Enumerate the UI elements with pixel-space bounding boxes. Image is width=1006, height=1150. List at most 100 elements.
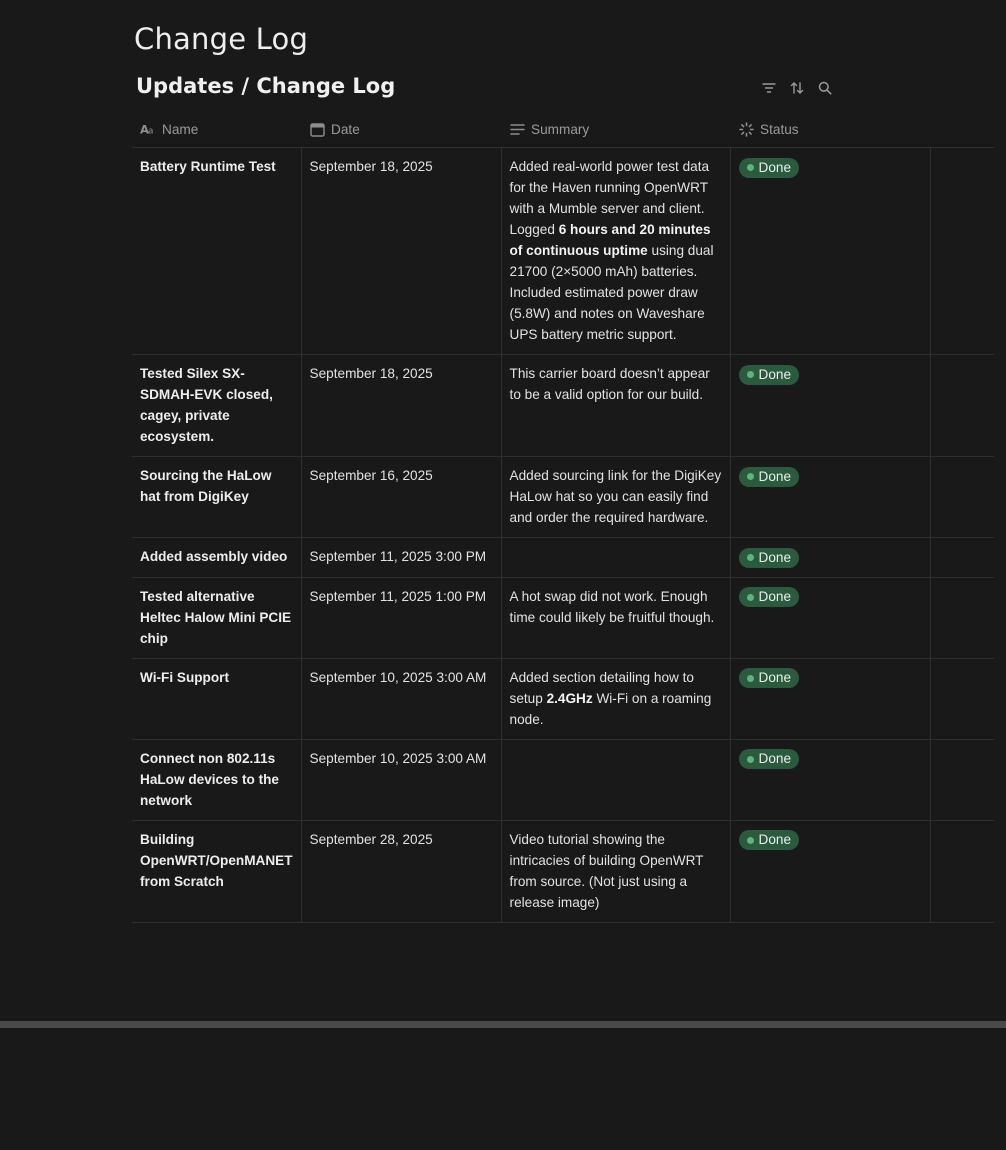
status-label: Done xyxy=(758,589,792,604)
summary-text: Added sourcing link for the DigiKey HaLo… xyxy=(509,468,722,525)
status-dot-icon xyxy=(746,674,754,682)
status-dot-icon xyxy=(746,593,754,601)
table-body: Battery Runtime Test September 18, 2025 Ad… xyxy=(132,147,995,923)
column-header-label: Date xyxy=(331,121,360,137)
status-badge[interactable]: Done xyxy=(738,466,800,487)
table-row[interactable]: Tested alternative Heltec Halow Mini PCI… xyxy=(132,577,995,659)
text-aa-icon: Aa xyxy=(140,121,156,137)
status-badge[interactable]: Done xyxy=(738,830,800,850)
row-date[interactable]: September 28, 2025 xyxy=(301,820,502,923)
row-summary[interactable]: Video tutorial showing the intricacies o… xyxy=(501,820,731,923)
status-dot-icon xyxy=(746,836,754,844)
column-header-empty xyxy=(930,111,995,148)
row-summary[interactable] xyxy=(501,537,731,578)
filter-icon[interactable] xyxy=(760,78,778,98)
page: Change Log Updates / Change Log Aa Name … xyxy=(0,0,1006,1150)
status-label: Done xyxy=(758,549,792,565)
row-status[interactable]: Done xyxy=(730,658,931,740)
sort-icon[interactable] xyxy=(788,78,806,98)
summary-text: Video tutorial showing the intricacies o… xyxy=(509,831,704,910)
table-row[interactable]: Tested Silex SX-SDMAH-EVK closed, cagey,… xyxy=(132,354,995,457)
row-summary[interactable]: This carrier board doesn’t appear to be … xyxy=(501,354,731,457)
row-status[interactable]: Done xyxy=(730,147,931,355)
database-title[interactable]: Updates / Change Log xyxy=(136,74,395,98)
status-dot-icon xyxy=(746,371,754,378)
table-row[interactable]: Added assembly video September 11, 2025 3… xyxy=(132,537,995,578)
row-empty-cell[interactable] xyxy=(930,354,995,457)
row-date[interactable]: September 10, 2025 3:00 AM xyxy=(301,739,502,821)
status-label: Done xyxy=(758,670,792,685)
status-dot-icon xyxy=(746,554,754,561)
table-row[interactable]: Building OpenWRT/OpenMANET from Scratch S… xyxy=(132,820,995,923)
row-date[interactable]: September 11, 2025 1:00 PM xyxy=(301,577,502,659)
status-dot-icon xyxy=(746,755,754,763)
column-header-date[interactable]: Date xyxy=(301,111,502,148)
status-label: Done xyxy=(758,751,792,766)
table-row[interactable]: Wi-Fi Support September 10, 2025 3:00 AM A… xyxy=(132,658,995,740)
row-empty-cell[interactable] xyxy=(930,537,995,578)
row-empty-cell[interactable] xyxy=(930,456,995,538)
row-empty-cell[interactable] xyxy=(930,658,995,740)
row-date[interactable]: September 10, 2025 3:00 AM xyxy=(301,658,502,740)
row-date[interactable]: September 16, 2025 xyxy=(301,456,502,538)
row-empty-cell[interactable] xyxy=(930,739,995,821)
status-badge[interactable]: Done xyxy=(738,157,800,178)
database-toolbar xyxy=(760,78,834,98)
row-name[interactable]: Battery Runtime Test xyxy=(132,147,302,355)
row-name[interactable]: Tested alternative Heltec Halow Mini PCI… xyxy=(132,577,302,659)
column-header-label: Status xyxy=(760,121,799,137)
summary-text: This carrier board doesn’t appear to be … xyxy=(509,366,710,402)
row-date[interactable]: September 18, 2025 xyxy=(301,147,502,355)
status-label: Done xyxy=(758,366,792,382)
horizontal-scrollbar[interactable] xyxy=(0,1021,1006,1028)
row-empty-cell[interactable] xyxy=(930,820,995,923)
page-title: Change Log xyxy=(134,22,309,56)
column-header-label: Summary xyxy=(531,121,590,137)
row-name[interactable]: Tested Silex SX-SDMAH-EVK closed, cagey,… xyxy=(132,354,302,457)
row-status[interactable]: Done xyxy=(730,820,931,923)
column-header-status[interactable]: Status xyxy=(730,111,931,148)
row-name[interactable]: Wi-Fi Support xyxy=(132,658,302,740)
status-badge[interactable]: Done xyxy=(738,547,800,568)
changelog-table: Aa Name Date Summary Status Battery Runt… xyxy=(132,111,995,923)
table-row[interactable]: Battery Runtime Test September 18, 2025 Ad… xyxy=(132,147,995,355)
row-name[interactable]: Connect non 802.11s HaLow devices to the… xyxy=(132,739,302,821)
row-empty-cell[interactable] xyxy=(930,577,995,659)
row-summary[interactable]: Added section detailing how to setup 2.4… xyxy=(501,658,731,740)
row-date[interactable]: September 11, 2025 3:00 PM xyxy=(301,537,502,578)
status-label: Done xyxy=(758,832,792,847)
calendar-icon xyxy=(309,121,325,137)
status-badge[interactable]: Done xyxy=(738,587,800,607)
column-header-name[interactable]: Aa Name xyxy=(132,111,302,148)
status-badge[interactable]: Done xyxy=(738,364,800,385)
row-name[interactable]: Building OpenWRT/OpenMANET from Scratch xyxy=(132,820,302,923)
row-status[interactable]: Done xyxy=(730,537,931,578)
status-badge[interactable]: Done xyxy=(738,668,800,688)
row-name[interactable]: Sourcing the HaLow hat from DigiKey xyxy=(132,456,302,538)
row-summary[interactable]: Added sourcing link for the DigiKey HaLo… xyxy=(501,456,731,538)
summary-bold-text: 2.4GHz xyxy=(546,690,593,706)
text-lines-icon xyxy=(509,121,525,137)
status-badge[interactable]: Done xyxy=(738,749,800,769)
column-header-summary[interactable]: Summary xyxy=(501,111,731,148)
row-status[interactable]: Done xyxy=(730,577,931,659)
table-row[interactable]: Connect non 802.11s HaLow devices to the… xyxy=(132,739,995,821)
column-header-label: Name xyxy=(162,121,199,137)
table-header-row: Aa Name Date Summary Status xyxy=(132,111,995,148)
row-date[interactable]: September 18, 2025 xyxy=(301,354,502,457)
status-dot-icon xyxy=(746,164,754,171)
status-spinner-icon xyxy=(738,121,754,137)
status-label: Done xyxy=(758,468,792,484)
row-status[interactable]: Done xyxy=(730,456,931,538)
search-icon[interactable] xyxy=(816,78,834,98)
row-summary[interactable] xyxy=(501,739,731,821)
row-status[interactable]: Done xyxy=(730,739,931,821)
row-summary[interactable]: Added real-world power test data for the… xyxy=(501,147,731,355)
row-name[interactable]: Added assembly video xyxy=(132,537,302,578)
status-label: Done xyxy=(758,159,792,175)
row-empty-cell[interactable] xyxy=(930,147,995,355)
row-status[interactable]: Done xyxy=(730,354,931,457)
status-dot-icon xyxy=(746,473,754,480)
row-summary[interactable]: A hot swap did not work. Enough time cou… xyxy=(501,577,731,659)
table-row[interactable]: Sourcing the HaLow hat from DigiKey Septe… xyxy=(132,456,995,538)
